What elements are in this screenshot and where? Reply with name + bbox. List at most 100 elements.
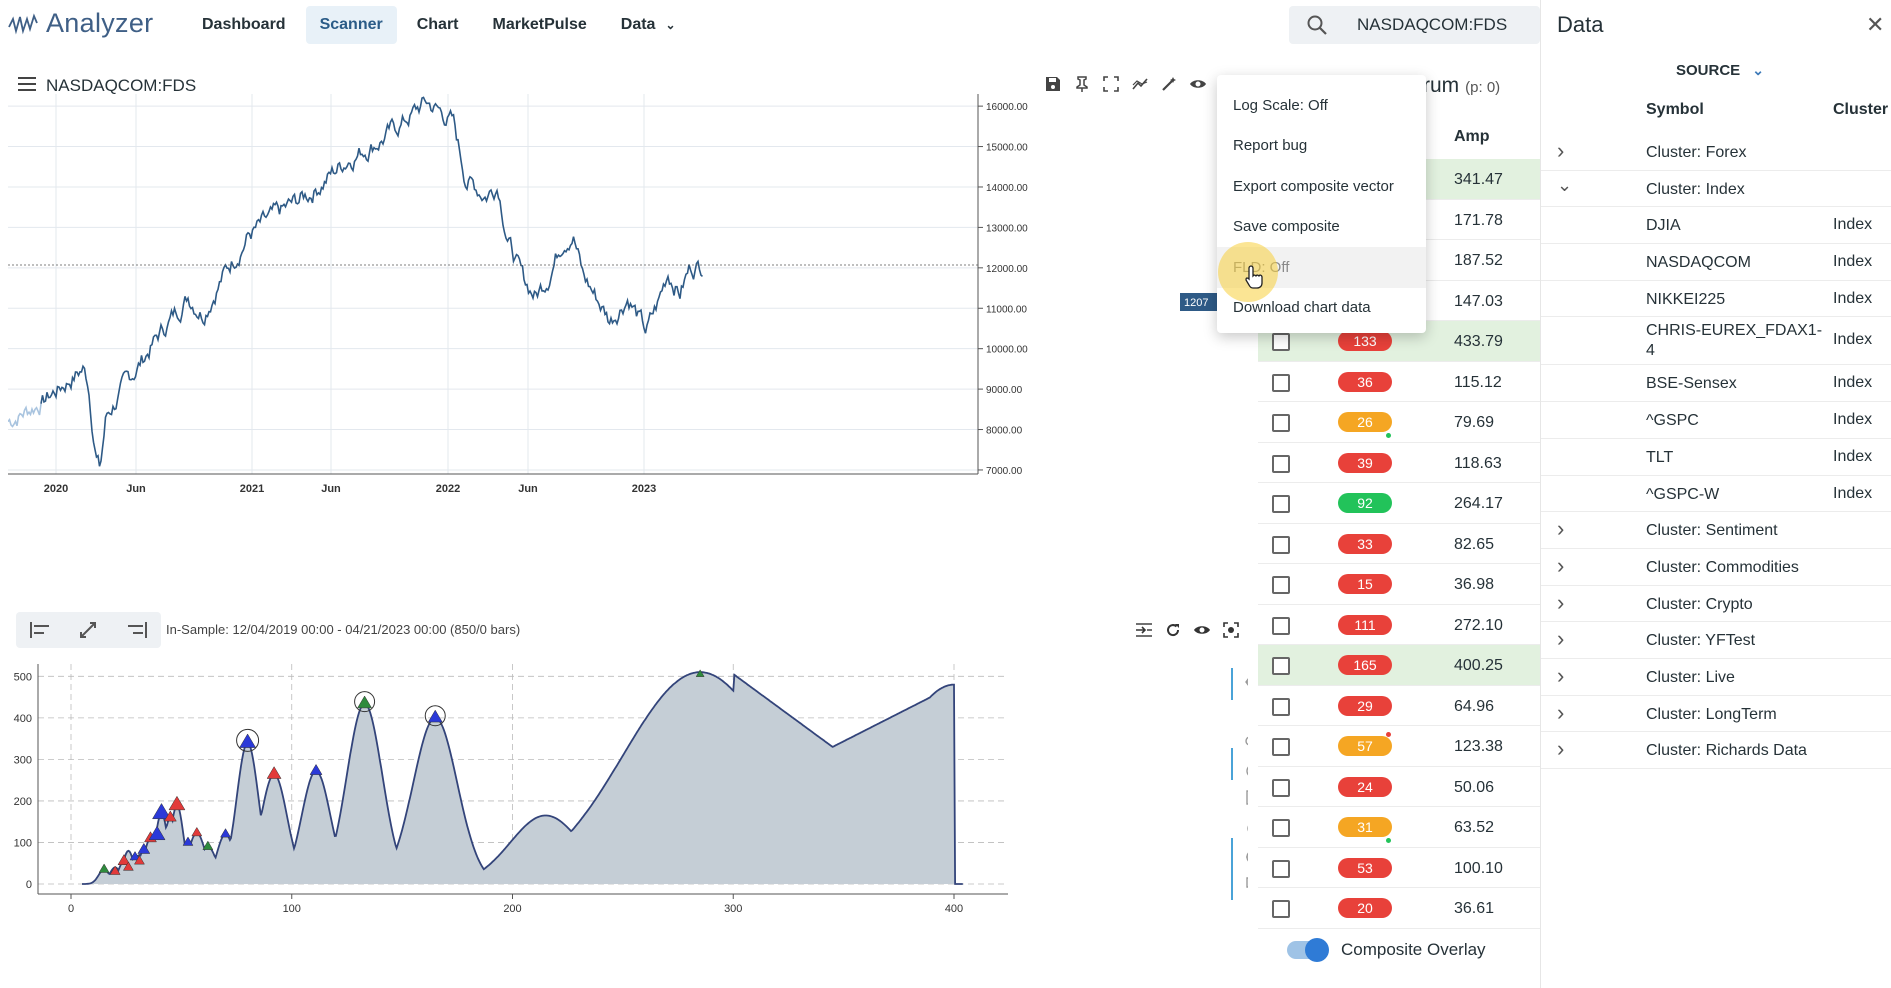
symbol-search[interactable]: NASDAQCOM:FDS: [1289, 6, 1540, 44]
chevron-right-icon[interactable]: ›: [1557, 590, 1564, 616]
symbol-row[interactable]: TLT Index: [1541, 439, 1891, 476]
composite-overlay-toggle[interactable]: Composite Overlay: [1287, 938, 1486, 962]
cycle-row[interactable]: 33 82.65: [1258, 524, 1540, 564]
cycle-checkbox[interactable]: [1272, 859, 1290, 878]
cycle-spectrum-chart[interactable]: 500 400 300 200 100 0 0 100 200 300 400: [8, 664, 1248, 988]
eye-icon[interactable]: [1189, 75, 1207, 93]
nav-data-dropdown[interactable]: Data ⌄: [607, 6, 690, 44]
cycle-checkbox[interactable]: [1272, 333, 1290, 351]
pin-icon[interactable]: [1073, 75, 1091, 93]
cycle-amplitude: 272.10: [1454, 616, 1503, 634]
menu-item-log-scale[interactable]: Log Scale: Off: [1217, 85, 1426, 126]
nav-dashboard[interactable]: Dashboard: [188, 6, 300, 44]
cycle-row[interactable]: 26 79.69: [1258, 402, 1540, 443]
cycle-checkbox[interactable]: [1272, 495, 1290, 513]
fullscreen-icon[interactable]: [1102, 75, 1120, 93]
cluster-row[interactable]: ⌄ Cluster: Index: [1541, 171, 1891, 208]
cycle-amplitude: 264.17: [1454, 495, 1503, 512]
source-dropdown[interactable]: SOURCE ⌄: [1676, 62, 1764, 79]
range-actions: [1134, 620, 1250, 640]
align-right-icon[interactable]: [125, 619, 149, 641]
symbol-row[interactable]: ^GSPC-W Index: [1541, 476, 1891, 513]
chevron-right-icon[interactable]: ›: [1557, 663, 1564, 689]
close-icon[interactable]: ✕: [1866, 12, 1884, 38]
cycle-checkbox[interactable]: [1272, 900, 1290, 918]
symbol-row[interactable]: BSE-Sensex Index: [1541, 365, 1891, 403]
cycle-row[interactable]: 92 264.17: [1258, 483, 1540, 524]
symbol-row[interactable]: DJIA Index: [1541, 207, 1891, 245]
cluster-row[interactable]: › Cluster: Commodities: [1541, 549, 1891, 586]
nav-scanner[interactable]: Scanner: [305, 6, 397, 44]
symbol-row[interactable]: NIKKEI225 Index: [1541, 281, 1891, 318]
chevron-right-icon[interactable]: ›: [1557, 700, 1564, 726]
expand-icon[interactable]: [76, 619, 100, 641]
menu-item-report-bug[interactable]: Report bug: [1217, 126, 1426, 167]
cycle-checkbox[interactable]: [1272, 576, 1290, 594]
chevron-right-icon[interactable]: ›: [1557, 516, 1564, 542]
cycle-checkbox[interactable]: [1272, 454, 1290, 473]
cycle-row[interactable]: 53 100.10: [1258, 848, 1540, 888]
nav-chart-label: Chart: [416, 16, 459, 33]
cycle-checkbox[interactable]: [1272, 819, 1290, 837]
cluster-row[interactable]: › Cluster: Crypto: [1541, 586, 1891, 623]
cycle-amplitude: 36.98: [1454, 576, 1495, 593]
magic-wand-icon[interactable]: [1160, 75, 1178, 93]
y-tick-label: 15000.00: [986, 143, 1028, 154]
cycle-row[interactable]: 29 64.96: [1258, 686, 1540, 726]
cluster-row[interactable]: › Cluster: Richards Data: [1541, 732, 1891, 769]
toggle-switch[interactable]: [1287, 938, 1329, 962]
align-left-icon[interactable]: [28, 619, 52, 641]
cycle-amplitude: 79.69: [1454, 414, 1495, 431]
symbol-row[interactable]: NASDAQCOM Index: [1541, 244, 1891, 281]
search-input[interactable]: NASDAQCOM:FDS: [1357, 15, 1507, 35]
cycle-row[interactable]: 15 36.98: [1258, 564, 1540, 605]
cycle-row[interactable]: 57 123.38: [1258, 726, 1540, 767]
cluster-row[interactable]: › Cluster: Forex: [1541, 134, 1891, 171]
cluster-row[interactable]: › Cluster: YFTest: [1541, 622, 1891, 659]
cycle-checkbox[interactable]: [1272, 657, 1290, 675]
cluster-row[interactable]: › Cluster: LongTerm: [1541, 696, 1891, 733]
row-symbol: Cluster: Crypto: [1646, 595, 1753, 613]
symbol-row[interactable]: CHRIS-EUREX_FDAX1-4 Index: [1541, 317, 1891, 366]
chevron-down-icon[interactable]: ⌄: [1557, 175, 1572, 196]
cycle-row[interactable]: 111 272.10: [1258, 605, 1540, 645]
search-icon: [1307, 15, 1327, 35]
cycle-row[interactable]: 24 50.06: [1258, 767, 1540, 807]
price-chart[interactable]: 16000.00 15000.00 14000.00 13000.00 12000.00…: [8, 94, 1248, 514]
cycle-checkbox[interactable]: [1272, 697, 1290, 716]
cycle-checkbox[interactable]: [1272, 373, 1290, 392]
menu-item-save-composite[interactable]: Save composite: [1217, 207, 1426, 248]
x-tick-label: Jun: [321, 483, 341, 495]
cycle-checkbox[interactable]: [1272, 414, 1290, 432]
row-symbol: TLT: [1646, 448, 1674, 466]
refresh-icon[interactable]: [1163, 620, 1183, 640]
visibility-eye-icon[interactable]: [1192, 620, 1212, 640]
cycle-checkbox[interactable]: [1272, 778, 1290, 797]
chevron-right-icon[interactable]: ›: [1557, 736, 1564, 762]
nav-chart[interactable]: Chart: [403, 6, 473, 44]
symbol-row[interactable]: ^GSPC Index: [1541, 402, 1891, 439]
chevron-right-icon[interactable]: ›: [1557, 626, 1564, 652]
trend-icon[interactable]: [1131, 75, 1149, 93]
cluster-row[interactable]: › Cluster: Sentiment: [1541, 512, 1891, 549]
cycle-row[interactable]: 20 36.61: [1258, 888, 1540, 929]
save-icon[interactable]: [1044, 75, 1062, 93]
row-symbol: Cluster: Forex: [1646, 144, 1747, 161]
cycle-row[interactable]: 165 400.25: [1258, 645, 1540, 686]
cycle-checkbox[interactable]: [1272, 616, 1290, 635]
nav-marketpulse[interactable]: MarketPulse: [479, 6, 601, 44]
cycle-checkbox[interactable]: [1272, 535, 1290, 554]
chevron-right-icon[interactable]: ›: [1557, 138, 1564, 164]
chevron-right-icon[interactable]: ›: [1557, 553, 1564, 579]
cycle-checkbox[interactable]: [1272, 738, 1290, 756]
hamburger-menu-icon[interactable]: [18, 76, 36, 92]
cluster-row[interactable]: › Cluster: Live: [1541, 659, 1891, 696]
cycle-period-badge: 111: [1338, 614, 1392, 635]
app-logo[interactable]: Analyzer: [8, 8, 153, 39]
indent-icon[interactable]: [1134, 620, 1154, 640]
cycle-row[interactable]: 39 118.63: [1258, 443, 1540, 483]
cycle-row[interactable]: 31 63.52: [1258, 807, 1540, 848]
menu-item-export-composite[interactable]: Export composite vector: [1217, 166, 1426, 207]
cycle-row[interactable]: 36 115.12: [1258, 362, 1540, 402]
focus-frame-icon[interactable]: [1221, 620, 1241, 640]
